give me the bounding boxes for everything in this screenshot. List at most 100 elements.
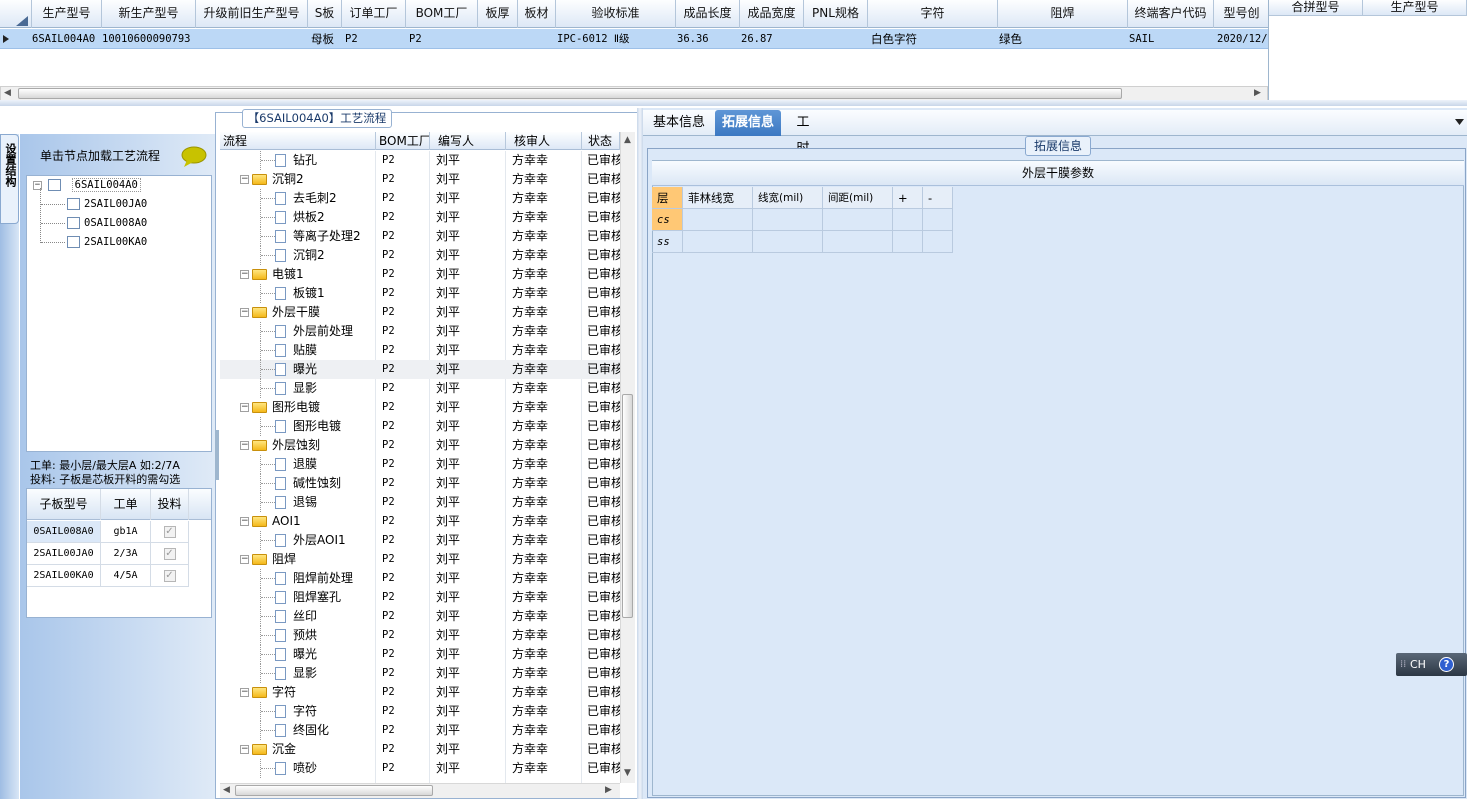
cell[interactable]: 0SAIL008A0 — [27, 521, 101, 543]
top-grid[interactable]: 生产型号 新生产型号 升级前旧生产型号 S板 订单工厂 BOM工厂 板厚 板材 … — [0, 0, 1268, 86]
col-header[interactable]: 升级前旧生产型号 — [196, 0, 308, 28]
cell[interactable]: 2SAIL00JA0 — [27, 543, 101, 565]
cell[interactable]: 方幸幸 — [512, 721, 580, 740]
cell[interactable]: 刘平 — [436, 170, 504, 189]
col-header[interactable]: 新生产型号 — [102, 0, 196, 28]
collapse-icon[interactable]: − — [240, 555, 249, 564]
process-group-row[interactable]: − 电镀1 P2 刘平 方幸幸 已审核 — [220, 265, 620, 284]
process-step-row[interactable]: 钻孔 P2 刘平 方幸幸 已审核 — [220, 151, 620, 170]
cell[interactable] — [823, 231, 893, 253]
cell[interactable]: 方幸幸 — [512, 550, 580, 569]
cell[interactable]: 36.36 — [674, 29, 740, 49]
cell[interactable]: P2 — [382, 759, 428, 778]
status-cell[interactable]: 已审核 — [587, 474, 620, 493]
cell[interactable] — [753, 209, 823, 231]
cell[interactable]: 绿色 — [996, 29, 1126, 49]
col-header[interactable]: BOM工厂 — [406, 0, 478, 28]
cell[interactable]: P2 — [382, 189, 428, 208]
cell[interactable]: P2 — [382, 379, 428, 398]
cell[interactable]: 刘平 — [436, 664, 504, 683]
cell[interactable] — [478, 29, 518, 49]
status-cell[interactable]: 已审核 — [587, 417, 620, 436]
cell[interactable]: 方幸幸 — [512, 740, 580, 759]
cell[interactable]: 刘平 — [436, 493, 504, 512]
col-header[interactable]: 生产型号 — [32, 0, 102, 28]
process-step-row[interactable]: 预烘 P2 刘平 方幸幸 已审核 — [220, 626, 620, 645]
cell[interactable]: 刘平 — [436, 550, 504, 569]
cell[interactable]: 方幸幸 — [512, 588, 580, 607]
horizontal-splitter[interactable] — [0, 100, 1467, 106]
col-header[interactable]: 生产型号 — [1363, 0, 1467, 16]
process-step-row[interactable]: 外层AOI1 P2 刘平 方幸幸 已审核 — [220, 531, 620, 550]
cell[interactable]: 刘平 — [436, 189, 504, 208]
process-step-row[interactable]: 烘板2 P2 刘平 方幸幸 已审核 — [220, 208, 620, 227]
status-cell[interactable]: 已审核 — [587, 512, 620, 531]
status-cell[interactable]: 已审核 — [587, 664, 620, 683]
cell[interactable]: 方幸幸 — [512, 208, 580, 227]
process-step-row[interactable]: 退锡 P2 刘平 方幸幸 已审核 — [220, 493, 620, 512]
process-step-row[interactable]: 沉铜2 P2 刘平 方幸幸 已审核 — [220, 246, 620, 265]
cell[interactable]: IPC-6012 Ⅱ级 — [554, 29, 676, 49]
cell[interactable] — [893, 209, 923, 231]
help-icon[interactable]: ? — [1439, 657, 1454, 672]
status-cell[interactable]: 已审核 — [587, 550, 620, 569]
cell[interactable]: 刘平 — [436, 683, 504, 702]
cell[interactable]: P2 — [406, 29, 478, 49]
process-group-row[interactable]: − AOI1 P2 刘平 方幸幸 已审核 — [220, 512, 620, 531]
tab-basic-info[interactable]: 基本信息 — [647, 110, 711, 136]
status-cell[interactable]: 已审核 — [587, 341, 620, 360]
cell[interactable]: P2 — [382, 721, 428, 740]
collapse-icon[interactable]: − — [240, 175, 249, 184]
cell[interactable]: 26.87 — [738, 29, 804, 49]
cell[interactable]: 10010600090793 — [99, 29, 196, 49]
col-header[interactable]: 板材 — [518, 0, 556, 28]
feed-checkbox[interactable]: ✓ — [151, 543, 189, 565]
process-step-row[interactable]: 图形电镀 P2 刘平 方幸幸 已审核 — [220, 417, 620, 436]
cell[interactable] — [823, 209, 893, 231]
process-hscrollbar[interactable]: ◀ ▶ — [220, 783, 620, 798]
cell[interactable]: 刘平 — [436, 436, 504, 455]
col-header[interactable]: 型号创 — [1214, 0, 1268, 28]
col-header[interactable]: 阻焊 — [998, 0, 1128, 28]
collapse-icon[interactable]: − — [240, 403, 249, 412]
cell[interactable]: P2 — [382, 322, 428, 341]
cell[interactable]: P2 — [382, 417, 428, 436]
process-step-row[interactable]: 等离子处理2 P2 刘平 方幸幸 已审核 — [220, 227, 620, 246]
cell[interactable]: 6SAIL004A0 — [29, 29, 102, 49]
col-header[interactable]: 编写人 — [430, 132, 506, 150]
tree-node[interactable]: 2SAIL00JA0 — [67, 195, 147, 214]
add-column-button[interactable]: + — [893, 187, 923, 209]
cell[interactable]: P2 — [382, 569, 428, 588]
scroll-left-icon[interactable]: ◀ — [223, 785, 230, 795]
merge-grid[interactable]: 合拼型号 生产型号 — [1268, 0, 1467, 102]
scroll-thumb[interactable] — [18, 88, 1122, 99]
process-group-row[interactable]: − 外层干膜 P2 刘平 方幸幸 已审核 — [220, 303, 620, 322]
cell[interactable]: 方幸幸 — [512, 265, 580, 284]
cell[interactable]: 刘平 — [436, 208, 504, 227]
cell[interactable] — [923, 231, 953, 253]
status-cell[interactable]: 已审核 — [587, 740, 620, 759]
col-header[interactable]: 间距(mil) — [823, 187, 893, 209]
structure-tree[interactable]: − 6SAIL004A0 2SAIL00JA0 0SAIL008A0 2SAIL… — [26, 175, 212, 452]
collapse-icon[interactable]: − — [240, 270, 249, 279]
scroll-down-icon[interactable]: ▼ — [624, 768, 631, 778]
cell[interactable]: P2 — [382, 474, 428, 493]
cell[interactable]: 方幸幸 — [512, 284, 580, 303]
col-header[interactable]: 成品宽度 — [740, 0, 804, 28]
cell[interactable]: P2 — [382, 170, 428, 189]
cell[interactable]: 刘平 — [436, 265, 504, 284]
cell[interactable]: P2 — [382, 341, 428, 360]
collapse-icon[interactable]: − — [240, 688, 249, 697]
cell[interactable]: 刘平 — [436, 721, 504, 740]
tab-extended-info[interactable]: 拓展信息 — [715, 110, 781, 136]
process-step-row[interactable]: 显影 P2 刘平 方幸幸 已审核 — [220, 379, 620, 398]
cell[interactable]: P2 — [382, 151, 428, 170]
cell[interactable]: 刘平 — [436, 740, 504, 759]
cell[interactable]: 刘平 — [436, 569, 504, 588]
col-header[interactable]: 终端客户代码 — [1128, 0, 1214, 28]
cell[interactable]: 方幸幸 — [512, 493, 580, 512]
cell[interactable]: 方幸幸 — [512, 664, 580, 683]
cell[interactable]: 方幸幸 — [512, 360, 580, 379]
col-header[interactable]: 线宽(mil) — [753, 187, 823, 209]
process-step-row[interactable]: 碱性蚀刻 P2 刘平 方幸幸 已审核 — [220, 474, 620, 493]
